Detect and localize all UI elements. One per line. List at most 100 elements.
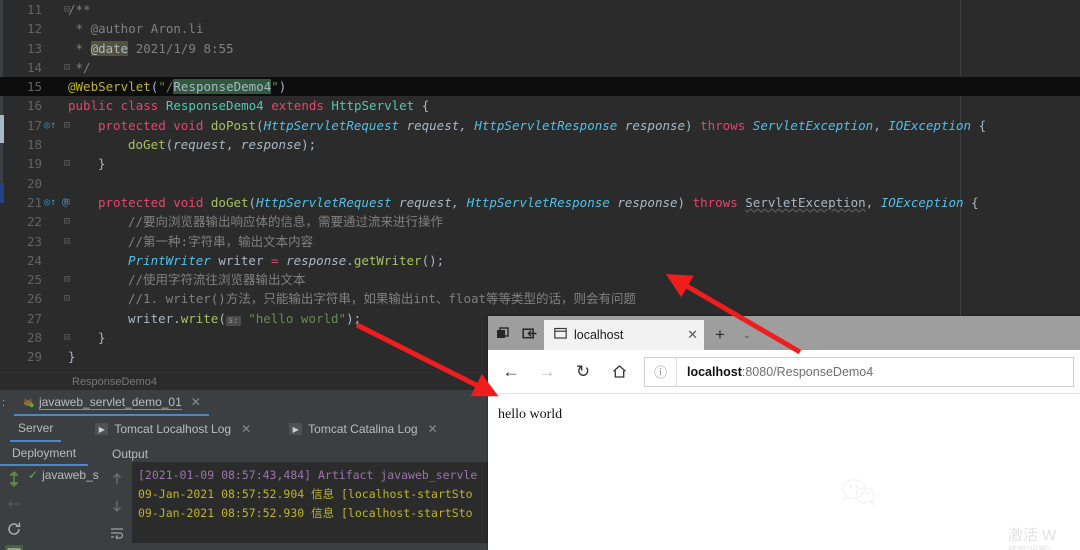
code-line[interactable]: 14 ⊡ */ — [0, 58, 1080, 77]
line-number: 23 — [26, 233, 42, 249]
code-line[interactable]: 19 ⊡} — [0, 154, 1080, 173]
code-text: protected void doGet(HttpServletRequest … — [98, 194, 979, 210]
forward-button[interactable]: → — [530, 355, 564, 389]
tab-server[interactable]: Server — [10, 416, 62, 442]
refresh-button[interactable]: ↻ — [566, 355, 600, 389]
code-text: */ — [68, 59, 91, 75]
line-number: 13 — [26, 40, 42, 56]
tab-tomcat-localhost-log-label: Tomcat Localhost Log — [114, 422, 232, 436]
scroll-down-icon[interactable] — [109, 498, 127, 516]
browser-tab-localhost[interactable]: localhost ✕ — [544, 320, 704, 350]
code-text: /** — [68, 2, 91, 17]
set-aside-tabs-icon[interactable] — [516, 316, 544, 350]
edge-browser-window[interactable]: localhost ✕ + ⌄ ← → ↻ ⓘ localhost:8080/R… — [488, 316, 1080, 550]
tab-deployment[interactable]: Deployment — [0, 442, 89, 466]
code-text: } — [98, 156, 106, 172]
wechat-watermark: 海洋的渔夫 — [840, 478, 1014, 513]
code-line[interactable]: 18 doGet(request, response); — [0, 135, 1080, 154]
line-number: 21 — [26, 194, 42, 210]
code-line[interactable]: 24 PrintWriter writer = response.getWrite… — [0, 251, 1080, 270]
page-icon — [554, 327, 567, 343]
line-number: 15 — [26, 79, 42, 95]
line-number: 26 — [26, 291, 42, 307]
page-body-text: hello world — [498, 407, 563, 422]
run-tab-javaweb-servlet-demo[interactable]: javaweb_servlet_demo_01 ✕ — [14, 390, 209, 416]
code-line[interactable]: 17 ◎↑ ⊟ protected void doPost(HttpServletRe… — [0, 116, 1080, 135]
line-number: 22 — [26, 214, 42, 230]
code-text: @WebServlet("/ResponseDemo4") — [68, 79, 287, 95]
collapse-all-icon[interactable] — [5, 495, 23, 513]
line-number: 17 — [26, 117, 42, 133]
code-line[interactable]: 21 ◎↑ @ ⊟ protected void doGet(HttpServletR… — [0, 193, 1080, 212]
code-text: //第一种:字符串，输出文本内容 — [128, 233, 314, 249]
code-text: //要向浏览器输出响应体的信息，需要通过流来进行操作 — [128, 214, 444, 230]
line-number: 18 — [26, 137, 42, 153]
run-tool-window-header: : javaweb_servlet_demo_01 ✕ — [0, 390, 490, 416]
home-button[interactable] — [602, 355, 636, 389]
code-line[interactable]: 12 * @author Aron.li — [0, 19, 1080, 38]
tab-tomcat-catalina-log[interactable]: ▶ Tomcat Catalina Log ✕ — [281, 416, 445, 442]
deployment-artifact-label: javaweb_s — [42, 468, 99, 482]
deployment-artifact-item[interactable]: ✓ javaweb_s — [28, 468, 99, 482]
deploy-artifact-icon[interactable] — [5, 545, 23, 550]
breadcrumb-label: ResponseDemo4 — [72, 375, 157, 388]
new-tab-button[interactable]: + — [704, 320, 736, 350]
tab-output-label: Output — [112, 447, 149, 461]
url-text: localhost:8080/ResponseDemo4 — [677, 365, 873, 379]
console-toolbar: » — [104, 466, 132, 550]
run-tab-title: javaweb_servlet_demo_01 — [39, 394, 182, 410]
refresh-icon[interactable] — [5, 520, 23, 538]
code-line[interactable]: 16 public class ResponseDemo4 extends Htt… — [0, 96, 1080, 115]
line-number: 20 — [26, 175, 42, 191]
code-line[interactable]: 23 ⊡//第一种:字符串，输出文本内容 — [0, 232, 1080, 251]
line-number: 27 — [26, 310, 42, 326]
tab-server-label: Server — [18, 421, 54, 435]
deployment-toolbar — [0, 466, 28, 550]
line-number: 12 — [26, 21, 42, 37]
play-icon: ▶ — [289, 423, 303, 435]
console-line: 09-Jan-2021 08:57:52.930 信息 [localhost-s… — [138, 506, 473, 520]
code-line[interactable]: 15 @WebServlet("/ResponseDemo4") — [0, 77, 1080, 97]
windows-activation-watermark-line2: 转到"设置" — [1008, 545, 1051, 550]
restore-tabs-icon[interactable] — [488, 316, 516, 350]
close-icon[interactable]: ✕ — [191, 395, 201, 409]
code-line[interactable]: 25 ⊟//使用字符流往浏览器输出文本 — [0, 270, 1080, 289]
console-bottom-strip — [132, 543, 490, 550]
code-lines-container: 11 ⊟/** 12 * @author Aron.li 13 * @date 202… — [0, 0, 1080, 367]
close-icon[interactable]: ✕ — [687, 327, 698, 343]
wechat-watermark-text: 海洋的渔夫 — [889, 485, 1014, 511]
code-line[interactable]: 22 ⊟//要向浏览器输出响应体的信息，需要通过流来进行操作 — [0, 212, 1080, 231]
info-icon[interactable]: ⓘ — [645, 357, 677, 386]
address-bar[interactable]: ⓘ localhost:8080/ResponseDemo4 — [644, 356, 1074, 387]
browser-page-content: hello world — [488, 395, 1080, 550]
browser-navbar: ← → ↻ ⓘ localhost:8080/ResponseDemo4 — [488, 350, 1080, 394]
line-number: 28 — [26, 330, 42, 346]
line-number: 25 — [26, 272, 42, 288]
soft-wrap-icon[interactable] — [109, 525, 127, 543]
code-text: //使用字符流往浏览器输出文本 — [128, 272, 306, 288]
scroll-up-icon[interactable] — [109, 471, 127, 489]
back-button[interactable]: ← — [494, 355, 528, 389]
line-number: 11 — [26, 2, 42, 17]
chevron-down-icon[interactable]: ⌄ — [736, 320, 758, 350]
code-text: doGet(request, response); — [128, 137, 317, 153]
console-output[interactable]: [2021-01-09 08:57:43,484] Artifact javaw… — [132, 466, 490, 550]
line-number: 14 — [26, 59, 42, 75]
console-lines-container: [2021-01-09 08:57:43,484] Artifact javaw… — [132, 466, 490, 523]
code-text: public class ResponseDemo4 extends HttpS… — [68, 98, 430, 114]
expand-all-icon[interactable] — [5, 470, 23, 488]
browser-tab-title: localhost — [574, 328, 624, 342]
code-line[interactable]: 11 ⊟/** — [0, 0, 1080, 19]
line-number: 24 — [26, 252, 42, 268]
wechat-icon — [840, 478, 880, 513]
code-line[interactable]: 26 ⊡//1. writer()方法，只能输出字符串，如果输出int、float… — [0, 289, 1080, 308]
tomcat-icon — [22, 396, 34, 408]
code-line[interactable]: 13 * @date 2021/1/9 8:55 — [0, 39, 1080, 58]
code-line[interactable]: 20 — [0, 174, 1080, 193]
code-text: * @author Aron.li — [68, 21, 204, 37]
close-icon[interactable]: ✕ — [428, 422, 438, 436]
url-host: localhost — [687, 364, 742, 379]
code-text: } — [68, 349, 76, 365]
tab-tomcat-localhost-log[interactable]: ▶ Tomcat Localhost Log ✕ — [87, 416, 259, 442]
close-icon[interactable]: ✕ — [241, 422, 251, 436]
